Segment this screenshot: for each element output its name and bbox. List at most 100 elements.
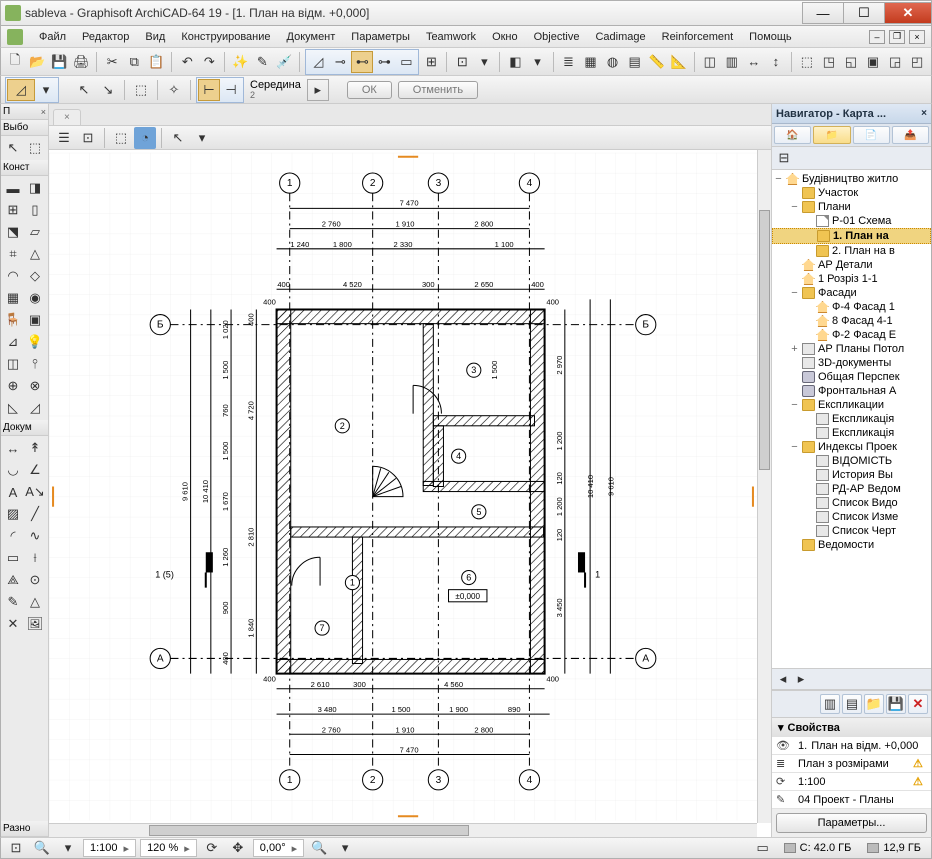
arrow-tool-icon[interactable]: ↖ — [2, 137, 24, 159]
paste-icon[interactable]: 📋 — [146, 51, 166, 73]
trace-icon[interactable]: ◧ — [505, 51, 525, 73]
elevation-icon[interactable]: ◳ — [819, 51, 839, 73]
redo-icon[interactable]: ↷ — [199, 51, 219, 73]
fill-tool-icon[interactable]: ▨ — [2, 503, 24, 525]
navigator-tree[interactable]: − Будівництво житло Участок−ПланиР-01 Сх… — [772, 170, 931, 668]
line-tool-icon[interactable]: ╱ — [24, 503, 46, 525]
snap-mode-3[interactable]: ⊷ — [351, 51, 373, 73]
tree-item[interactable]: Фронтальная А — [772, 384, 931, 398]
skylight-tool-icon[interactable]: ◇ — [24, 265, 46, 287]
arrow-tool-icon[interactable]: ◿ — [7, 79, 35, 101]
nav-tab-layout[interactable]: 📄 — [853, 126, 890, 144]
column-tool-icon[interactable]: ▯ — [24, 199, 46, 221]
polyline-tool-icon[interactable]: ∿ — [24, 525, 46, 547]
mesh-tool-icon[interactable]: ⊿ — [2, 331, 24, 353]
props-btn-2[interactable]: ▤ — [842, 694, 862, 714]
nav-scroll-right-icon[interactable]: ▸ — [793, 671, 809, 687]
3d-icon[interactable]: ◲ — [885, 51, 905, 73]
panel-title-1[interactable]: П× — [1, 104, 48, 120]
morph-tool-icon[interactable]: ◉ — [24, 287, 46, 309]
minimize-button[interactable]: — — [802, 2, 844, 24]
close-button[interactable]: ✕ — [884, 2, 932, 24]
maximize-button[interactable]: ☐ — [843, 2, 885, 24]
tree-item[interactable]: Список Черт — [772, 524, 931, 538]
slab-tool-icon[interactable]: ▱ — [24, 221, 46, 243]
tree-item[interactable]: 8 Фасад 4-1 — [772, 314, 931, 328]
align-v-icon[interactable]: ↕ — [766, 51, 786, 73]
new-icon[interactable]: 🗋 — [5, 51, 25, 73]
tree-item[interactable]: Експликація — [772, 426, 931, 440]
scale-field[interactable]: 1:100▸ — [83, 839, 136, 857]
section-tool-icon[interactable]: ⟊ — [24, 547, 46, 569]
prop-row-layercombo[interactable]: ≣ План з розмірами ⚠ — [772, 755, 931, 773]
module-icon[interactable]: ⊡ — [452, 51, 472, 73]
tree-item[interactable]: АР Детали — [772, 258, 931, 272]
nav-scroll-left-icon[interactable]: ◂ — [775, 671, 791, 687]
menu-window[interactable]: Окно — [484, 29, 526, 45]
snap-mode-4[interactable]: ⊶ — [373, 51, 395, 73]
arc-tool-icon[interactable]: ◜ — [2, 525, 24, 547]
tray-icon[interactable]: ▭ — [752, 837, 774, 859]
menu-objective[interactable]: Objective — [526, 29, 588, 45]
ruler-icon[interactable]: 📏 — [647, 51, 667, 73]
wall-ref-2[interactable]: ⊣ — [220, 79, 242, 101]
properties-header[interactable]: ▾Свойства — [772, 718, 931, 737]
tree-item[interactable]: Ведомости — [772, 538, 931, 552]
tree-item[interactable]: История Вы — [772, 468, 931, 482]
mdi-minimize-button[interactable]: – — [869, 30, 885, 44]
angle-dim-tool-icon[interactable]: ∠ — [24, 459, 46, 481]
panel-title-more[interactable]: Разно — [1, 821, 48, 837]
drawing-canvas[interactable]: 11 22 33 44 ББ АА — [49, 150, 757, 823]
next-view-icon[interactable]: ▾ — [334, 837, 356, 859]
tree-root[interactable]: − Будівництво житло — [772, 172, 931, 186]
zoom-field[interactable]: 120 %▸ — [140, 839, 197, 857]
tree-item[interactable]: Список Видо — [772, 496, 931, 510]
tree-item[interactable]: 2. План на в — [772, 244, 931, 258]
menu-teamwork[interactable]: Teamwork — [418, 29, 484, 45]
menu-editor[interactable]: Редактор — [74, 29, 137, 45]
tree-item[interactable]: Р-01 Схема — [772, 214, 931, 228]
align-h-icon[interactable]: ↔ — [744, 51, 764, 73]
tree-item[interactable]: Ф-4 Фасад 1 — [772, 300, 931, 314]
ok-button[interactable]: ОК — [347, 81, 392, 99]
cursor-icon[interactable]: ↖ — [73, 79, 95, 101]
level-dim-tool-icon[interactable]: ↟ — [24, 437, 46, 459]
beam-tool-icon[interactable]: ⬔ — [2, 221, 24, 243]
nav-tree-mode-icon[interactable]: ⊟ — [775, 149, 793, 167]
tree-item[interactable]: −Индексы Проек — [772, 440, 931, 454]
roof-tool-icon[interactable]: △ — [24, 243, 46, 265]
connection-tool-icon[interactable]: ⊕ — [2, 375, 24, 397]
menu-document[interactable]: Документ — [279, 29, 344, 45]
horizontal-scrollbar[interactable] — [49, 823, 757, 837]
marquee-tool-icon[interactable]: ⬚ — [24, 137, 46, 159]
figure-tool-icon[interactable]: 🖼 — [24, 613, 46, 635]
panel-title-document[interactable]: Докум — [1, 420, 48, 436]
orientation-icon[interactable]: ⟳ — [201, 837, 223, 859]
navigator-close-icon[interactable]: × — [921, 108, 927, 119]
props-save-view-icon[interactable]: 💾 — [886, 694, 906, 714]
end-tool-icon[interactable]: ◿ — [24, 397, 46, 419]
prop-row-name[interactable]: 👁 1. План на відм. +0,000 — [772, 737, 931, 755]
navigator-title[interactable]: Навигатор - Карта ...× — [772, 104, 931, 124]
drawing-tool-icon[interactable]: ▭ — [2, 547, 24, 569]
panel-title-construction[interactable]: Конст — [1, 160, 48, 176]
tree-item[interactable]: Експликація — [772, 412, 931, 426]
syringe-icon[interactable]: 💉 — [274, 51, 294, 73]
grid-toggle-icon[interactable]: ⊞ — [421, 51, 441, 73]
snap-mode-5[interactable]: ▭ — [395, 51, 417, 73]
nav-tab-project[interactable]: 🏠 — [774, 126, 811, 144]
tree-item[interactable]: Список Изме — [772, 510, 931, 524]
text-tool-icon[interactable]: A — [2, 481, 24, 503]
fill-mode-icon[interactable]: ◔ — [134, 127, 156, 149]
measure-icon[interactable]: 📐 — [669, 51, 689, 73]
snap-mode-2[interactable]: ⊸ — [329, 51, 351, 73]
dimension-tool-icon[interactable]: ↔ — [2, 437, 24, 459]
align-icon[interactable]: ◫ — [700, 51, 720, 73]
menu-options[interactable]: Параметры — [343, 29, 418, 45]
undo-icon[interactable]: ↶ — [177, 51, 197, 73]
tree-item[interactable]: 1 Розріз 1-1 — [772, 272, 931, 286]
props-new-folder-icon[interactable]: 📁 — [864, 694, 884, 714]
stair-tool-icon[interactable]: ⌗ — [2, 243, 24, 265]
tree-item[interactable]: Ф-2 Фасад Е — [772, 328, 931, 342]
toggle1-icon[interactable]: ☰ — [53, 127, 75, 149]
